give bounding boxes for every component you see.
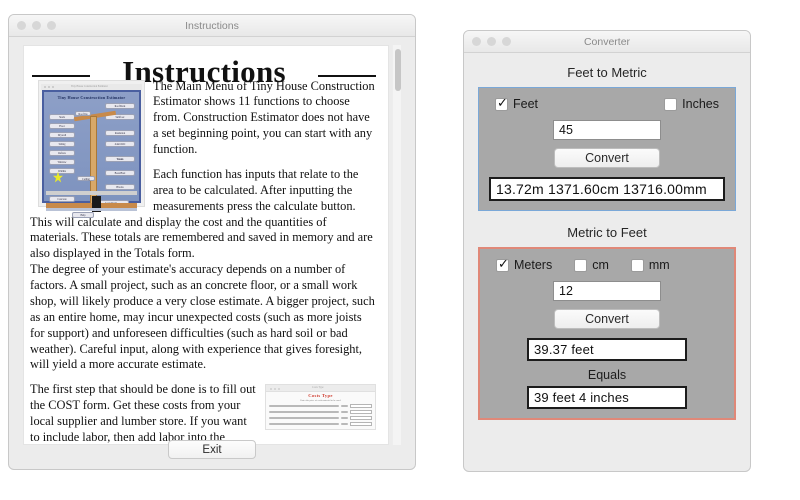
- metric-value-input[interactable]: 12: [553, 281, 661, 301]
- empty-checkbox-icon[interactable]: [630, 258, 644, 272]
- checkmark-icon[interactable]: [496, 257, 509, 273]
- costs-mini-titlebar: Costs Type: [266, 385, 375, 393]
- costs-form-screenshot: Costs Type Costs Type Enter the price of…: [265, 384, 376, 431]
- feet-value-input[interactable]: 45: [553, 120, 661, 140]
- checkbox-meters[interactable]: Meters: [496, 257, 553, 273]
- feet-convert-row: Convert: [489, 148, 725, 168]
- exit-button[interactable]: Exit: [168, 440, 256, 459]
- checkbox-inches-label: Inches: [682, 97, 719, 111]
- feet-input-wrap: 45: [489, 120, 725, 140]
- checkmark-icon[interactable]: [495, 96, 508, 112]
- instructions-titlebar: Instructions: [9, 15, 415, 37]
- converter-titlebar: Converter: [464, 31, 750, 53]
- screen: Instructions Instructions Tiny House Con…: [0, 0, 800, 500]
- costs-mini-subtitle: Enter the price of each material to be u…: [300, 399, 341, 403]
- instructions-document: Instructions Tiny House Construction Est…: [23, 45, 389, 445]
- mini-app-heading: Tiny House Construction Estimator: [57, 94, 126, 100]
- checkbox-mm-label: mm: [648, 258, 670, 272]
- feet-to-metric-result: 13.72m 1371.60cm 13716.00mm: [489, 177, 725, 201]
- document-body: Tiny House Construction Estimator Tiny H…: [30, 79, 378, 444]
- feet-to-metric-panel: Feet Inches 45 Convert 13.72m 1371.60cm …: [478, 87, 736, 211]
- feet-to-metric-checkbox-row: Feet Inches: [489, 96, 725, 112]
- converter-window-title: Converter: [583, 35, 631, 48]
- checkbox-inches[interactable]: Inches: [664, 97, 719, 111]
- exit-button-row: Exit: [9, 440, 415, 459]
- checkbox-feet[interactable]: Feet: [495, 96, 539, 112]
- empty-checkbox-icon[interactable]: [664, 97, 678, 111]
- converter-window: Converter Feet to Metric Feet Inches: [463, 30, 751, 472]
- equals-label: Equals: [587, 368, 627, 382]
- metric-to-feet-result: 39.37 feet: [527, 338, 687, 361]
- scrollbar-thumb[interactable]: [394, 49, 401, 91]
- mini-app-body: Tiny House Construction Estimator Studs …: [42, 89, 141, 218]
- metric-to-feet-heading: Metric to Feet: [567, 225, 647, 240]
- metric-to-feet-equals-result: 39 feet 4 inches: [527, 386, 687, 409]
- metric-convert-row: Convert: [490, 309, 724, 329]
- rule-left: [32, 74, 90, 77]
- checkbox-feet-label: Feet: [513, 97, 539, 111]
- checkbox-mm[interactable]: mm: [630, 258, 670, 272]
- empty-checkbox-icon[interactable]: [574, 258, 588, 272]
- costs-mini-title: Costs Type: [312, 386, 324, 390]
- checkbox-meters-label: Meters: [514, 258, 553, 272]
- costs-mini-body: Costs Type Enter the price of each mater…: [266, 392, 375, 430]
- rule-right: [318, 74, 376, 77]
- paragraph-3: The degree of your estimate's accuracy d…: [30, 262, 375, 372]
- converter-body: Feet to Metric Feet Inches 45 Conv: [464, 53, 750, 420]
- checkbox-cm[interactable]: cm: [574, 258, 609, 272]
- instructions-window: Instructions Instructions Tiny House Con…: [8, 14, 416, 470]
- metric-input-wrap: 12: [490, 281, 724, 301]
- document-scrollbar[interactable]: [392, 45, 401, 445]
- main-menu-screenshot: Tiny House Construction Estimator Tiny H…: [38, 79, 145, 218]
- feet-convert-button[interactable]: Convert: [554, 148, 660, 168]
- mini-title: Tiny House Construction Estimator: [71, 84, 108, 88]
- checkbox-cm-label: cm: [592, 258, 609, 272]
- metric-to-feet-checkbox-row: Meters cm mm: [490, 257, 724, 273]
- feet-to-metric-heading: Feet to Metric: [567, 65, 647, 80]
- metric-to-feet-panel: Meters cm mm 12 Convert: [478, 247, 736, 420]
- metric-convert-button[interactable]: Convert: [554, 309, 660, 329]
- instructions-window-title: Instructions: [185, 19, 239, 32]
